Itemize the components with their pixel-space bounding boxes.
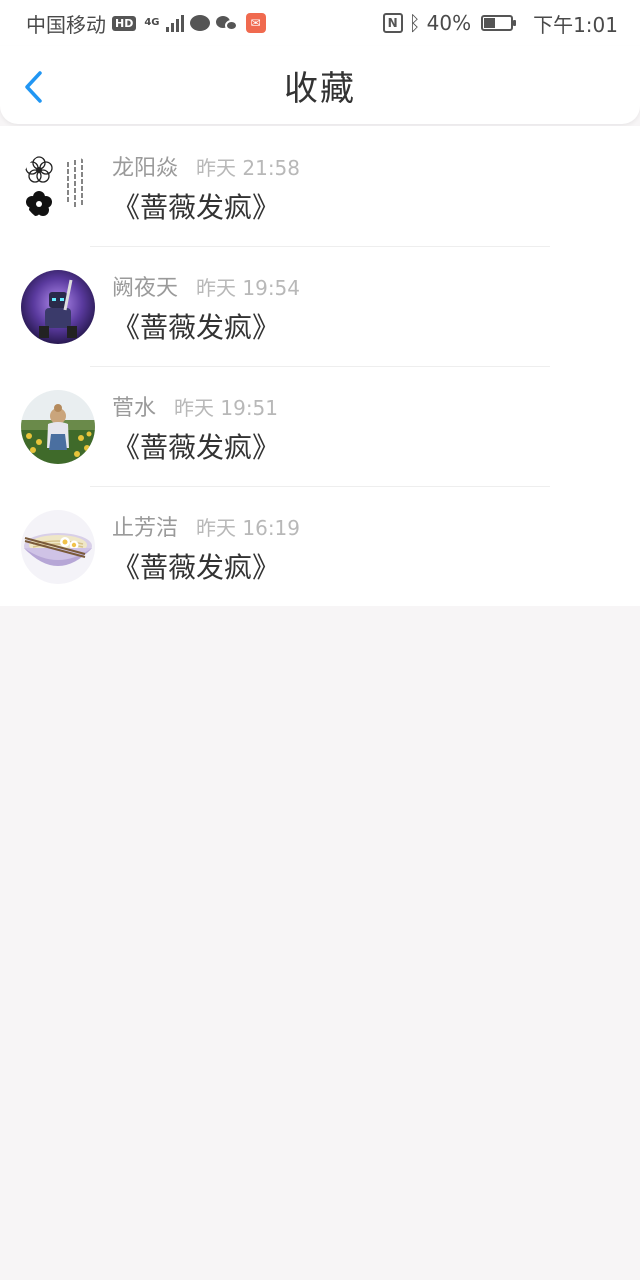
favorite-title: 《蔷薇发疯》: [112, 191, 281, 224]
favorite-title: 《蔷薇发疯》: [112, 311, 281, 344]
user-name: 龙阳焱: [112, 156, 179, 181]
battery-icon: [481, 15, 517, 31]
chevron-left-icon: [25, 71, 42, 103]
clock: 下午1:01: [533, 12, 618, 37]
favorite-item[interactable]: 龙阳焱 昨天 21:58 《蔷薇发疯》: [0, 126, 640, 246]
flower-text-avatar: [21, 150, 95, 224]
favorite-meta: 止芳洁 昨天 16:19: [112, 510, 300, 542]
app-header: 收藏: [0, 46, 640, 124]
timestamp: 昨天 16:19: [196, 516, 301, 540]
avatar: [21, 270, 95, 344]
network-type: 4G: [144, 17, 160, 28]
battery-percent: 40%: [426, 11, 472, 35]
favorite-item[interactable]: 止芳洁 昨天 16:19 《蔷薇发疯》: [0, 486, 640, 606]
status-bar: 中国移动 HD 4G ✉ N ᛒ 40% 下午1:01: [0, 0, 640, 46]
bluetooth-icon: ᛒ: [408, 11, 421, 35]
favorite-item[interactable]: 阙夜天 昨天 19:54 《蔷薇发疯》: [0, 246, 640, 366]
favorite-meta: 阙夜天 昨天 19:54: [112, 270, 300, 302]
timestamp: 昨天 19:54: [196, 276, 301, 300]
back-button[interactable]: [22, 70, 46, 104]
favorite-item[interactable]: 菅水 昨天 19:51 《蔷薇发疯》: [0, 366, 640, 486]
avatar: [21, 150, 95, 224]
girl-field-avatar: [21, 390, 95, 464]
user-name: 阙夜天: [112, 276, 179, 301]
status-bar-left: 中国移动 HD 4G ✉: [26, 9, 266, 38]
timestamp: 昨天 19:51: [174, 396, 279, 420]
timestamp: 昨天 21:58: [196, 156, 301, 180]
status-bar-right: N ᛒ 40% 下午1:01: [382, 9, 618, 38]
user-name: 菅水: [112, 396, 157, 421]
message-icon: [189, 15, 210, 31]
avatar: [21, 390, 95, 464]
page-title: 收藏: [284, 68, 356, 109]
favorite-meta: 龙阳焱 昨天 21:58: [112, 150, 300, 182]
hd-badge: HD: [112, 15, 137, 31]
avatar: [21, 510, 95, 584]
wechat-icon: [215, 14, 240, 32]
nfc-icon: N: [382, 13, 403, 33]
carrier-label: 中国移动: [26, 12, 106, 37]
user-name: 止芳洁: [112, 516, 179, 541]
favorite-meta: 菅水 昨天 19:51: [112, 390, 278, 422]
noodle-bowl-avatar: [21, 510, 95, 584]
notification-app-icon: ✉: [245, 13, 266, 33]
favorite-title: 《蔷薇发疯》: [112, 551, 281, 584]
favorite-title: 《蔷薇发疯》: [112, 431, 281, 464]
robot-avatar: [21, 270, 95, 344]
favorites-list: 龙阳焱 昨天 21:58 《蔷薇发疯》 阙夜天 昨天 19:54 《蔷薇发疯》 …: [0, 126, 640, 606]
signal-icon: [165, 14, 184, 32]
